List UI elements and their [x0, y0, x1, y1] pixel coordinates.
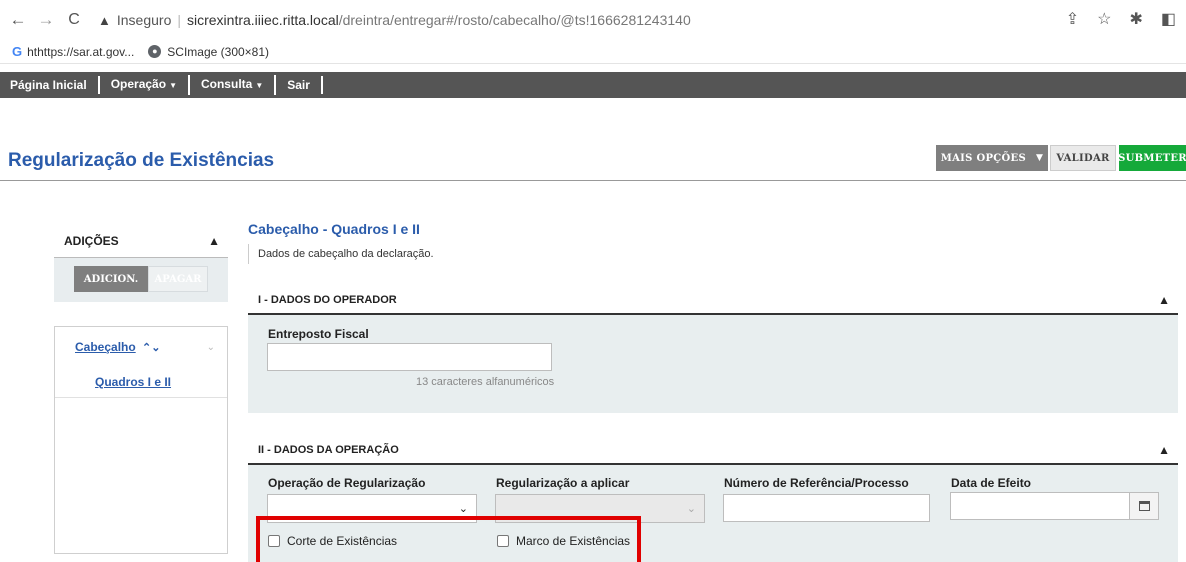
chevron-down-icon[interactable]: ⌄: [207, 342, 215, 353]
caret-down-icon: ▼: [169, 81, 177, 90]
star-icon[interactable]: ☆: [1097, 9, 1111, 29]
menu-label: Consulta: [200, 77, 253, 91]
back-arrow-icon[interactable]: ←: [6, 10, 30, 30]
menu-label: Sair: [287, 78, 310, 92]
additions-actions: ADICION. APAGAR: [54, 258, 228, 302]
validate-button[interactable]: VALIDAR: [1050, 145, 1116, 171]
highlight-frame: [256, 516, 641, 562]
caret-down-icon: ▼: [1036, 153, 1044, 163]
page-title: Regularização de Existências: [8, 150, 275, 171]
warning-icon[interactable]: ▲: [98, 13, 111, 28]
section-description: Dados de cabeçalho da declaração.: [248, 244, 434, 264]
browser-address-bar: ← → C ▲ Inseguro | sicrexintra.iiiec.rit…: [0, 0, 1186, 40]
menu-sair[interactable]: Sair: [276, 76, 323, 94]
effective-date-picker: [950, 492, 1159, 520]
google-icon: G: [12, 44, 23, 59]
operation-type-label: Operação de Regularização: [268, 476, 426, 490]
delete-button: APAGAR: [148, 266, 208, 292]
reference-number-input[interactable]: [723, 494, 930, 522]
additions-header[interactable]: ADIÇÕES ▲: [54, 224, 228, 258]
menu-operacao[interactable]: Operação ▼: [100, 75, 190, 95]
reference-number-label: Número de Referência/Processo: [724, 476, 909, 490]
operator-panel-header[interactable]: I - DADOS DO OPERADOR ▲: [248, 287, 1178, 315]
sidepanel-icon[interactable]: ◧: [1161, 9, 1176, 29]
browser-actions: ⇪ ☆ ✱ ◧: [1066, 9, 1176, 29]
url-host: sicrexintra.iiiec.ritta.local: [187, 12, 339, 28]
url-path: /dreintra/entregar#/rosto/cabecalho/@ts!…: [338, 12, 691, 28]
calendar-icon: [1138, 501, 1150, 511]
effective-date-label: Data de Efeito: [951, 476, 1032, 490]
tree-link-quadros[interactable]: Quadros I e II: [95, 375, 171, 389]
entreposto-fiscal-input[interactable]: [267, 343, 552, 371]
tree-divider: [55, 397, 227, 398]
menu-home[interactable]: Página Inicial: [0, 76, 100, 94]
bookmarks-bar: G hthttps://sar.at.gov... ● SCImage (300…: [0, 40, 1186, 64]
more-options-label: MAIS OPÇÕES: [940, 152, 1027, 164]
caret-down-icon: ▼: [255, 81, 264, 90]
entreposto-label: Entreposto Fiscal: [268, 327, 369, 341]
panel-title: I - DADOS DO OPERADOR: [258, 294, 397, 306]
panel-title: II - DADOS DA OPERAÇÃO: [258, 444, 399, 456]
url-separator: |: [177, 12, 181, 28]
menu-label: Página Inicial: [10, 78, 87, 92]
bookmark-label: SCImage (300×81): [167, 44, 270, 59]
chevron-down-icon: ⌄: [686, 503, 696, 515]
menu-consulta[interactable]: Consulta ▼: [190, 75, 277, 95]
tree-link-cabecalho[interactable]: Cabeçalho: [75, 340, 136, 354]
section-title: Cabeçalho - Quadros I e II: [248, 221, 420, 237]
app-menu-bar: Página Inicial Operação ▼ Consulta ▼ Sair: [0, 72, 1186, 98]
entreposto-hint: 13 caracteres alfanuméricos: [416, 376, 555, 388]
effective-date-input[interactable]: [950, 492, 1130, 520]
reload-icon[interactable]: C: [62, 11, 86, 29]
operation-panel-header[interactable]: II - DADOS DA OPERAÇÃO ▲: [248, 437, 1178, 465]
chevron-up-icon[interactable]: ▲: [1158, 443, 1170, 457]
add-button[interactable]: ADICION.: [74, 266, 148, 292]
title-divider: [0, 180, 1186, 181]
submit-button[interactable]: SUBMETER: [1118, 145, 1186, 171]
url-field[interactable]: ▲ Inseguro | sicrexintra.iiiec.ritta.loc…: [94, 5, 1134, 35]
insecure-label: Inseguro: [116, 12, 172, 28]
bookmark-label: hthttps://sar.at.gov...: [27, 44, 135, 59]
navigation-tree: Cabeçalho ⌃⌄ ⌄ Quadros I e II: [54, 326, 228, 554]
tree-item-quadros[interactable]: Quadros I e II: [55, 367, 227, 397]
additions-title: ADIÇÕES: [64, 233, 119, 248]
menu-label: Operação: [110, 77, 167, 91]
share-icon[interactable]: ⇪: [1066, 9, 1079, 29]
regularization-label: Regularização a aplicar: [496, 476, 630, 490]
forward-arrow-icon[interactable]: →: [34, 10, 58, 30]
bookmark-scimage[interactable]: ● SCImage (300×81): [148, 45, 269, 59]
globe-icon: ●: [148, 45, 162, 58]
chevron-up-icon[interactable]: ▲: [208, 234, 220, 248]
chevron-up-icon[interactable]: ▲: [1158, 293, 1170, 307]
tree-item-cabecalho[interactable]: Cabeçalho ⌃⌄ ⌄: [55, 327, 227, 367]
additions-panel: ADIÇÕES ▲ ADICION. APAGAR: [54, 224, 228, 302]
operator-panel: I - DADOS DO OPERADOR ▲ Entreposto Fisca…: [248, 287, 1178, 413]
reorder-arrows-icon[interactable]: ⌃⌄: [142, 342, 160, 354]
bookmark-sar[interactable]: G hthttps://sar.at.gov...: [12, 44, 134, 59]
extensions-icon[interactable]: ✱: [1129, 9, 1142, 29]
calendar-button[interactable]: [1130, 492, 1159, 520]
chevron-down-icon: ⌄: [458, 503, 468, 515]
more-options-button[interactable]: MAIS OPÇÕES ▼: [936, 145, 1048, 171]
